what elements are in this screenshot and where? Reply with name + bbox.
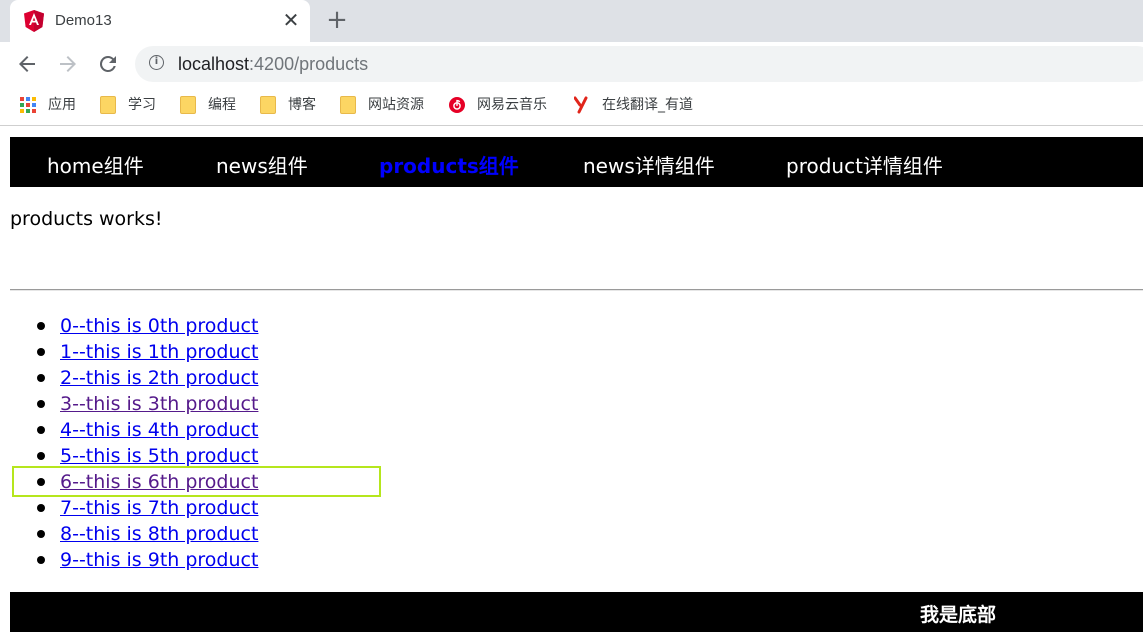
- angular-logo-icon: [24, 10, 44, 32]
- folder-icon: [340, 96, 356, 114]
- horizontal-rule: [10, 289, 1143, 291]
- folder-icon: [260, 96, 276, 114]
- page-footer: 我是底部: [10, 592, 1143, 632]
- product-link-8[interactable]: 8--this is 8th product: [60, 523, 258, 545]
- nav-product-detail[interactable]: product详情组件: [786, 150, 943, 179]
- forward-arrow-icon[interactable]: [56, 52, 80, 76]
- product-link-9[interactable]: 9--this is 9th product: [60, 549, 258, 571]
- highlight-box: [12, 466, 381, 497]
- product-link-5[interactable]: 5--this is 5th product: [60, 445, 258, 467]
- nav-home[interactable]: home组件: [47, 150, 144, 179]
- list-item: 4--this is 4th product: [10, 417, 258, 443]
- product-link-2[interactable]: 2--this is 2th product: [60, 367, 258, 389]
- new-tab-button[interactable]: +: [325, 7, 349, 33]
- apps-grid-icon: [20, 97, 36, 113]
- bookmark-label: 博客: [288, 97, 316, 113]
- bullet-icon: [37, 556, 45, 564]
- close-tab-icon[interactable]: ✕: [280, 9, 302, 31]
- nav-products[interactable]: products组件: [379, 150, 519, 179]
- bookmark-label: 网易云音乐: [477, 97, 547, 113]
- site-info-icon[interactable]: i: [149, 55, 164, 70]
- list-item: 8--this is 8th product: [10, 521, 258, 547]
- bookmarks-bar: 应用 学习 编程 博客 网站资源 网易云音乐 在线翻译_有道: [0, 86, 1143, 126]
- products-works-text: products works!: [10, 208, 163, 230]
- product-link-7[interactable]: 7--this is 7th product: [60, 497, 258, 519]
- back-arrow-icon[interactable]: [15, 52, 39, 76]
- footer-text: 我是底部: [920, 604, 997, 626]
- browser-toolbar: i localhost:4200/products: [0, 42, 1143, 86]
- list-item: 3--this is 3th product: [10, 391, 258, 417]
- bullet-icon: [37, 426, 45, 434]
- nav-news[interactable]: news组件: [216, 150, 308, 179]
- list-item: 2--this is 2th product: [10, 365, 258, 391]
- tab-title: Demo13: [55, 12, 112, 29]
- folder-icon: [180, 96, 196, 114]
- list-item: 9--this is 9th product: [10, 547, 258, 573]
- top-navbar: home组件 news组件 products组件 news详情组件 produc…: [10, 137, 1143, 187]
- bookmark-label: 编程: [208, 97, 236, 113]
- youdao-icon: [574, 96, 588, 114]
- product-link-3[interactable]: 3--this is 3th product: [60, 393, 258, 415]
- tab-strip: Demo13 ✕ +: [0, 0, 1143, 42]
- reload-icon[interactable]: [96, 52, 120, 76]
- folder-icon: [100, 96, 116, 114]
- bullet-icon: [37, 452, 45, 460]
- product-link-0[interactable]: 0--this is 0th product: [60, 315, 258, 337]
- list-item: 1--this is 1th product: [10, 339, 258, 365]
- list-item: 7--this is 7th product: [10, 495, 258, 521]
- bookmark-label: 应用: [48, 97, 76, 113]
- nav-news-detail[interactable]: news详情组件: [583, 150, 715, 179]
- product-link-1[interactable]: 1--this is 1th product: [60, 341, 258, 363]
- bullet-icon: [37, 400, 45, 408]
- list-item: 0--this is 0th product: [10, 313, 258, 339]
- bookmark-label: 在线翻译_有道: [602, 97, 693, 113]
- bookmark-label: 学习: [128, 97, 156, 113]
- bullet-icon: [37, 322, 45, 330]
- browser-tab[interactable]: Demo13 ✕: [10, 0, 310, 42]
- bookmark-label: 网站资源: [368, 97, 424, 113]
- bullet-icon: [37, 504, 45, 512]
- product-link-4[interactable]: 4--this is 4th product: [60, 419, 258, 441]
- netease-music-icon: [449, 97, 465, 113]
- bullet-icon: [37, 530, 45, 538]
- url-text: localhost:4200/products: [178, 54, 369, 74]
- bullet-icon: [37, 348, 45, 356]
- product-list: 0--this is 0th product 1--this is 1th pr…: [10, 313, 258, 573]
- bullet-icon: [37, 374, 45, 382]
- address-bar[interactable]: i localhost:4200/products: [135, 46, 1143, 82]
